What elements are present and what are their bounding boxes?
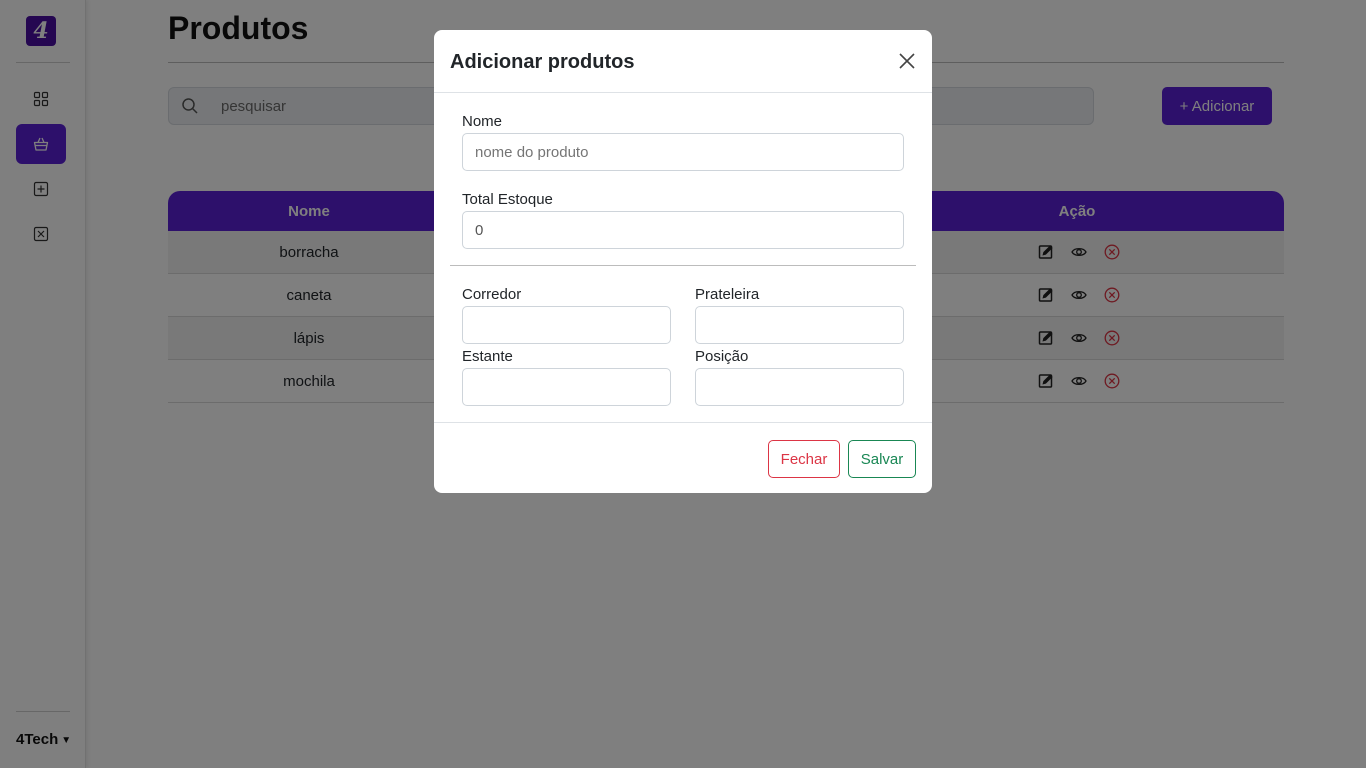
posicao-label: Posição xyxy=(695,348,749,365)
modal-header: Adicionar produtos xyxy=(434,30,932,93)
corredor-input[interactable] xyxy=(462,306,671,344)
posicao-input[interactable] xyxy=(695,368,904,406)
close-button[interactable] xyxy=(897,51,917,71)
prateleira-label: Prateleira xyxy=(695,286,760,303)
estante-input[interactable] xyxy=(462,368,671,406)
modal-footer: Fechar Salvar xyxy=(434,422,932,493)
nome-input[interactable] xyxy=(462,133,904,171)
add-product-modal: Adicionar produtos Nome Total Estoque Co… xyxy=(434,30,932,493)
modal-title: Adicionar produtos xyxy=(450,51,635,73)
fechar-button[interactable]: Fechar xyxy=(768,440,840,478)
total-estoque-label: Total Estoque xyxy=(462,191,553,208)
close-icon xyxy=(899,53,915,69)
modal-section-divider xyxy=(450,265,916,266)
corredor-label: Corredor xyxy=(462,286,522,303)
total-estoque-input[interactable] xyxy=(462,211,904,249)
nome-label: Nome xyxy=(462,113,503,130)
salvar-button[interactable]: Salvar xyxy=(848,440,916,478)
estante-label: Estante xyxy=(462,348,513,365)
prateleira-input[interactable] xyxy=(695,306,904,344)
